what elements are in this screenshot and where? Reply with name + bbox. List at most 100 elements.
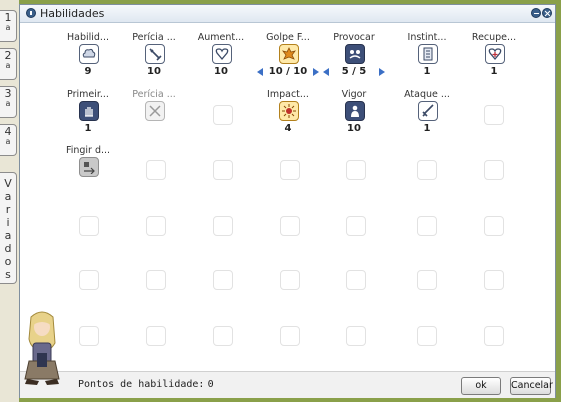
- skill-level: 10: [347, 123, 361, 134]
- skill-name: Impact...: [267, 89, 309, 100]
- window-titlebar[interactable]: Habilidades: [20, 5, 555, 23]
- skill-level: 1: [490, 66, 498, 77]
- skill-slot[interactable]: Primeir... 1: [55, 89, 121, 141]
- scroll-icon[interactable]: [418, 44, 438, 64]
- empty-skill-slot: [417, 326, 437, 346]
- window-title: Habilidades: [40, 7, 105, 20]
- tab-sup: a: [5, 61, 11, 70]
- heart-plus-icon[interactable]: [485, 44, 505, 64]
- empty-skill-slot: [146, 270, 166, 290]
- close-button[interactable]: [542, 8, 552, 18]
- skill-name: Perícia ...: [132, 32, 176, 43]
- skill-slot[interactable]: Recupe... 1: [461, 32, 527, 84]
- character-sprite: [24, 311, 60, 385]
- tab-sup: a: [5, 23, 11, 32]
- skill-slot[interactable]: Habilid... 9: [55, 32, 121, 84]
- skill-points-label: Pontos de habilidade:: [78, 379, 205, 390]
- empty-skill-slot: [417, 270, 437, 290]
- crossed-swords-icon[interactable]: [145, 101, 165, 121]
- hand-icon[interactable]: [79, 101, 99, 121]
- skill-tab-strip: 1 a 2 a 3 a 4 a VariadosVariados: [0, 0, 19, 402]
- tab-letter: o: [4, 255, 12, 268]
- skill-level: 10 / 10: [268, 66, 308, 77]
- tab-sup: a: [5, 137, 11, 146]
- skill-slot[interactable]: Golpe F... 10 / 10: [255, 32, 321, 84]
- empty-skill-slot: [79, 326, 99, 346]
- empty-skill-slot: [213, 160, 233, 180]
- skill-slot[interactable]: Aument... 10: [188, 32, 254, 84]
- empty-skill-slot: [146, 216, 166, 236]
- skill-name: Ataque ...: [404, 89, 450, 100]
- tab-1st[interactable]: 1 a: [0, 10, 17, 42]
- empty-skill-slot: [213, 105, 233, 125]
- provoke-icon[interactable]: [345, 44, 365, 64]
- tab-letter: a: [4, 190, 12, 203]
- skill-name: Primeir...: [67, 89, 109, 100]
- fake-death-icon[interactable]: [79, 157, 99, 177]
- tab-letter: V: [4, 177, 12, 190]
- skill-name: Vigor: [341, 89, 367, 100]
- tab-4th[interactable]: 4 a: [0, 124, 17, 156]
- tab-letter: a: [4, 229, 12, 242]
- skill-level: 1: [423, 123, 431, 134]
- empty-skill-slot: [484, 270, 504, 290]
- tab-letter: d: [4, 242, 12, 255]
- skill-slot[interactable]: Perícia ...: [121, 89, 187, 141]
- skill-slot[interactable]: Fingir d...: [55, 145, 121, 197]
- window-footer: Pontos de habilidade: 0 ok Cancelar: [20, 371, 555, 398]
- sword-icon[interactable]: [145, 44, 165, 64]
- empty-skill-slot: [146, 160, 166, 180]
- empty-skill-slot: [484, 326, 504, 346]
- skill-name: Instint...: [407, 32, 447, 43]
- dagger-icon[interactable]: [418, 101, 438, 121]
- empty-skill-slot: [280, 326, 300, 346]
- cancel-button[interactable]: Cancelar: [510, 377, 553, 395]
- skills-window: Habilidades Habilid... 9 Perícia ... 10 …: [19, 4, 556, 398]
- ok-button[interactable]: ok: [461, 377, 501, 395]
- skill-level: 1: [84, 123, 92, 134]
- tab-2nd[interactable]: 2 a: [0, 48, 17, 80]
- empty-skill-slot: [346, 216, 366, 236]
- empty-skill-slot: [280, 216, 300, 236]
- empty-skill-slot: [346, 270, 366, 290]
- skill-level: 1: [423, 66, 431, 77]
- skill-name: Aument...: [197, 32, 245, 43]
- empty-skill-slot: [213, 270, 233, 290]
- empty-skill-slot: [484, 160, 504, 180]
- empty-skill-slot: [346, 160, 366, 180]
- empty-skill-slot: [280, 270, 300, 290]
- empty-skill-slot: [146, 326, 166, 346]
- empty-skill-slot: [346, 326, 366, 346]
- impact-icon[interactable]: [279, 101, 299, 121]
- skill-slot[interactable]: Vigor 10: [321, 89, 387, 141]
- empty-skill-slot: [484, 216, 504, 236]
- skill-points-value: 0: [207, 379, 214, 390]
- tab-variados[interactable]: VariadosVariados: [0, 172, 17, 284]
- skill-slot[interactable]: Provocar 5 / 5: [321, 32, 387, 84]
- skill-slot[interactable]: Perícia ... 10: [121, 32, 187, 84]
- skill-name: Provocar: [333, 32, 375, 43]
- empty-skill-slot: [79, 270, 99, 290]
- empty-skill-slot: [417, 216, 437, 236]
- skill-name: Perícia ...: [132, 89, 176, 100]
- skill-slot[interactable]: Instint... 1: [394, 32, 460, 84]
- cloud-icon[interactable]: [79, 44, 99, 64]
- tab-3rd[interactable]: 3 a: [0, 86, 17, 118]
- window-info-icon: [26, 8, 36, 18]
- empty-skill-slot: [484, 105, 504, 125]
- empty-skill-slot: [213, 216, 233, 236]
- minimize-button[interactable]: [531, 8, 541, 18]
- skill-name: Golpe F...: [266, 32, 310, 43]
- empty-skill-slot: [213, 326, 233, 346]
- skill-slot[interactable]: Ataque ... 1: [394, 89, 460, 141]
- level-up-arrow[interactable]: [313, 68, 319, 76]
- level-up-arrow[interactable]: [379, 68, 385, 76]
- skill-level: 10: [214, 66, 228, 77]
- fire-burst-icon[interactable]: [279, 44, 299, 64]
- heart-icon[interactable]: [212, 44, 232, 64]
- tab-letter: i: [6, 216, 10, 229]
- skill-level: 9: [84, 66, 92, 77]
- figure-icon[interactable]: [345, 101, 365, 121]
- skill-level: 4: [284, 123, 292, 134]
- skill-slot[interactable]: Impact... 4: [255, 89, 321, 141]
